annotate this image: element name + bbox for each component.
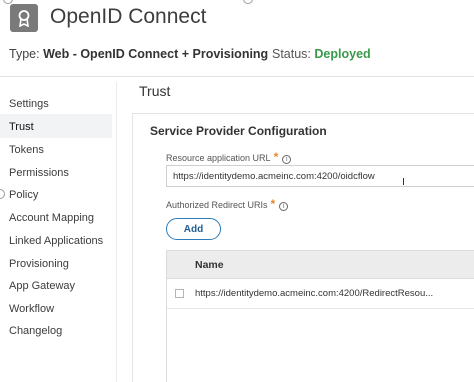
sidebar-item-workflow[interactable]: Workflow	[9, 303, 54, 315]
sidebar-item-changelog[interactable]: Changelog	[9, 325, 62, 337]
redirect-uris-table: Name https://identitydemo.acmeinc.com:42…	[166, 250, 474, 382]
sidebar-divider	[116, 82, 117, 382]
window-handle	[243, 0, 253, 4]
required-mark: *	[270, 197, 276, 211]
sidebar-item-provisioning[interactable]: Provisioning	[9, 258, 69, 270]
app-header: OpenID Connect	[0, 0, 474, 36]
header-divider	[0, 76, 474, 77]
page-title: OpenID Connect	[50, 5, 207, 28]
required-mark: *	[273, 150, 279, 164]
table-row[interactable]: https://identitydemo.acmeinc.com:4200/Re…	[167, 279, 474, 309]
sidebar-item-policy[interactable]: Policy	[9, 189, 38, 201]
sidebar-handle	[0, 189, 5, 199]
row-checkbox[interactable]	[175, 289, 184, 298]
sidebar-item-settings[interactable]: Settings	[9, 98, 49, 110]
add-redirect-uri-button[interactable]: Add	[166, 218, 221, 240]
info-icon[interactable]: i	[282, 155, 292, 164]
sidebar-item-account-mapping[interactable]: Account Mapping	[9, 212, 94, 224]
section-title: Trust	[139, 83, 171, 99]
sidebar-item-app-gateway[interactable]: App Gateway	[9, 280, 75, 292]
table-header: Name	[167, 251, 474, 279]
redirect-uris-label: Authorized Redirect URIs * i	[166, 197, 289, 211]
card-title: Service Provider Configuration	[150, 124, 327, 138]
sidebar-item-linked-applications[interactable]: Linked Applications	[9, 235, 103, 247]
resource-url-input[interactable]	[166, 165, 474, 187]
status-badge: Deployed	[314, 47, 371, 61]
resource-url-label: Resource application URL * i	[166, 150, 292, 164]
sidebar-item-permissions[interactable]: Permissions	[9, 167, 69, 179]
badge-icon	[10, 4, 38, 32]
sidebar-item-trust[interactable]: Trust	[9, 121, 34, 133]
column-header-name[interactable]: Name	[195, 259, 224, 271]
info-icon[interactable]: i	[279, 202, 289, 211]
text-cursor	[403, 178, 404, 185]
redirect-uri-value: https://identitydemo.acmeinc.com:4200/Re…	[195, 288, 434, 299]
app-status: Status: Deployed	[272, 47, 371, 61]
sidebar-item-tokens[interactable]: Tokens	[9, 144, 44, 156]
app-type: Type: Web - OpenID Connect + Provisionin…	[9, 47, 269, 61]
